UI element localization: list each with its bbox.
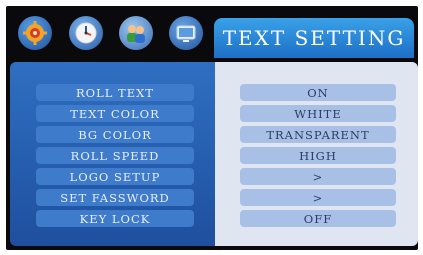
value-text-color[interactable]: WHITE	[240, 105, 396, 122]
settings-panel: ROLL TEXT ON TEXT COLOR WHITE BG COLOR T…	[10, 62, 418, 246]
users-icon	[127, 25, 145, 43]
menu-item-key-lock[interactable]: KEY LOCK	[36, 210, 194, 227]
value-roll-speed[interactable]: HIGH	[240, 147, 396, 164]
display-monitor-icon[interactable]	[169, 16, 203, 50]
menu-item-text-color[interactable]: TEXT COLOR	[36, 105, 194, 122]
menu-item-logo-setup[interactable]: LOGO SETUP	[36, 168, 194, 185]
users-icon[interactable]	[119, 16, 153, 50]
menu-item-bg-color[interactable]: BG COLOR	[36, 126, 194, 143]
value-logo-setup[interactable]: >	[240, 168, 396, 185]
settings-gear-icon[interactable]	[18, 16, 52, 50]
display-monitor-icon	[176, 25, 196, 42]
page-title: TEXT SETTING	[222, 26, 406, 50]
clock-icon	[75, 22, 97, 44]
menu-icon-bar	[10, 10, 215, 66]
menu-item-roll-speed[interactable]: ROLL SPEED	[36, 147, 194, 164]
value-roll-text[interactable]: ON	[240, 84, 396, 101]
menu-item-roll-text[interactable]: ROLL TEXT	[36, 84, 194, 101]
value-bg-color[interactable]: TRANSPARENT	[240, 126, 396, 143]
value-set-password[interactable]: >	[240, 189, 396, 206]
title-bar: TEXT SETTING	[214, 18, 414, 58]
value-key-lock[interactable]: OFF	[240, 210, 396, 227]
settings-gear-icon	[23, 21, 47, 45]
menu-item-set-password[interactable]: SET FASSWORD	[36, 189, 194, 206]
clock-icon[interactable]	[69, 16, 103, 50]
